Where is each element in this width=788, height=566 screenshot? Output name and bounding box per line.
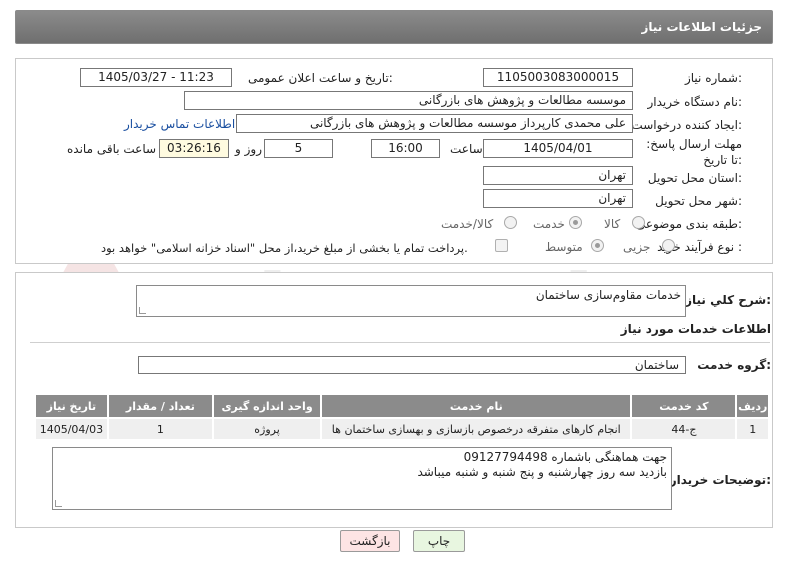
remaining-time-label: ساعت باقی مانده (67, 142, 157, 156)
buyer-notes-field: جهت هماهنگی باشماره 09127794498 بازدید س… (52, 447, 672, 510)
resize-grip-icon[interactable] (139, 307, 146, 314)
purchase-option-minor: جزیی (623, 240, 651, 254)
services-info-title: اطلاعات خدمات مورد نیاز (620, 322, 771, 336)
col-service-code: کد خدمت (630, 393, 738, 419)
days-remaining-field: 5 (264, 139, 333, 158)
buyer-org-field: موسسه مطالعات و پژوهش های بازرگانی (184, 91, 633, 110)
col-need-date: تاریخ نیاز (34, 393, 109, 419)
purchase-option-medium: متوسط (545, 240, 583, 254)
deadline-time-label: ساعت (450, 142, 483, 156)
service-group-field: ساختمان (138, 356, 686, 374)
table-header-row: تاریخ نیاز تعداد / مقدار واحد اندازه گیر… (34, 393, 770, 419)
col-row-number: ردیف (735, 393, 770, 419)
category-option-goods-service: کالا/خدمت (441, 217, 494, 231)
service-group-label: گروه خدمت: (697, 358, 771, 372)
cell-row-number: 1 (735, 417, 770, 441)
cell-service-name: انجام کارهای متفرقه درخصوص بازسازی و بهس… (320, 417, 633, 441)
resize-grip-icon[interactable] (55, 500, 62, 507)
need-number-label: شماره نیاز: (684, 71, 742, 85)
summary-label: شرح کلي نياز: (685, 293, 771, 307)
buyer-notes-line-2: بازدید سه روز چهارشنبه و پنج شنبه و شنبه… (417, 465, 667, 479)
category-radio-service[interactable] (569, 216, 582, 229)
purchase-radio-medium[interactable] (591, 239, 604, 252)
treasury-payment-checkbox[interactable] (495, 239, 508, 252)
buyer-org-label: نام دستگاه خریدار: (647, 95, 743, 109)
col-unit: واحد اندازه گیری (211, 393, 323, 419)
summary-field: خدمات مقاوم‌سازی ساختمان (136, 285, 686, 317)
cell-service-code: ج-44 (630, 417, 738, 441)
cell-need-date: 1405/04/03 (34, 417, 109, 441)
col-service-name: نام خدمت (320, 393, 633, 419)
back-button[interactable]: بازگشت (340, 530, 400, 552)
buyer-notes-label: توضیحات خریدار: (669, 473, 771, 487)
requester-field: علی محمدی کارپرداز موسسه مطالعات و پژوهش… (236, 114, 633, 133)
city-field: تهران (483, 189, 633, 208)
city-label: شهر محل تحویل: (655, 194, 742, 208)
buyer-contact-link[interactable]: اطلاعات تماس خریدار (124, 117, 235, 131)
province-field: تهران (483, 166, 633, 185)
buyer-notes-line-1: جهت هماهنگی باشماره 09127794498 (463, 450, 667, 464)
purchase-radio-minor[interactable] (662, 239, 675, 252)
divider (30, 342, 770, 343)
deadline-label: مهلت ارسال پاسخ: تا تاریخ: (646, 137, 742, 167)
days-label: روز و (235, 142, 262, 156)
category-option-goods: کالا (604, 217, 621, 231)
deadline-time-field: 16:00 (371, 139, 440, 158)
remaining-time-field: 03:26:16 (159, 139, 229, 158)
treasury-payment-note: پرداخت تمام یا بخشی از مبلغ خرید،از محل … (101, 241, 468, 255)
province-label: استان محل تحویل: (647, 171, 742, 185)
category-radio-goods-service[interactable] (504, 216, 517, 229)
col-quantity: تعداد / مقدار (106, 393, 214, 419)
summary-text: خدمات مقاوم‌سازی ساختمان (535, 288, 681, 302)
table-row: 1405/04/03 1 پروژه انجام کارهای متفرقه د… (34, 417, 770, 441)
announce-date-label: تاریخ و ساعت اعلان عمومی: (248, 71, 393, 85)
category-label: طبقه بندی موضوعی: (635, 217, 742, 231)
announce-date-field: 1405/03/27 - 11:23 (80, 68, 232, 87)
page-header: جزئیات اطلاعات نیاز (15, 10, 773, 44)
print-button[interactable]: چاپ (413, 530, 465, 552)
cell-quantity: 1 (106, 417, 214, 441)
category-radio-goods[interactable] (632, 216, 645, 229)
deadline-date-field: 1405/04/01 (483, 139, 633, 158)
cell-unit: پروژه (211, 417, 323, 441)
category-option-service: خدمت (533, 217, 565, 231)
services-table: تاریخ نیاز تعداد / مقدار واحد اندازه گیر… (34, 393, 770, 441)
need-number-field: 1105003083000015 (483, 68, 633, 87)
requester-label: ایجاد کننده درخواست: (631, 118, 742, 132)
page-title: جزئیات اطلاعات نیاز (641, 20, 762, 34)
